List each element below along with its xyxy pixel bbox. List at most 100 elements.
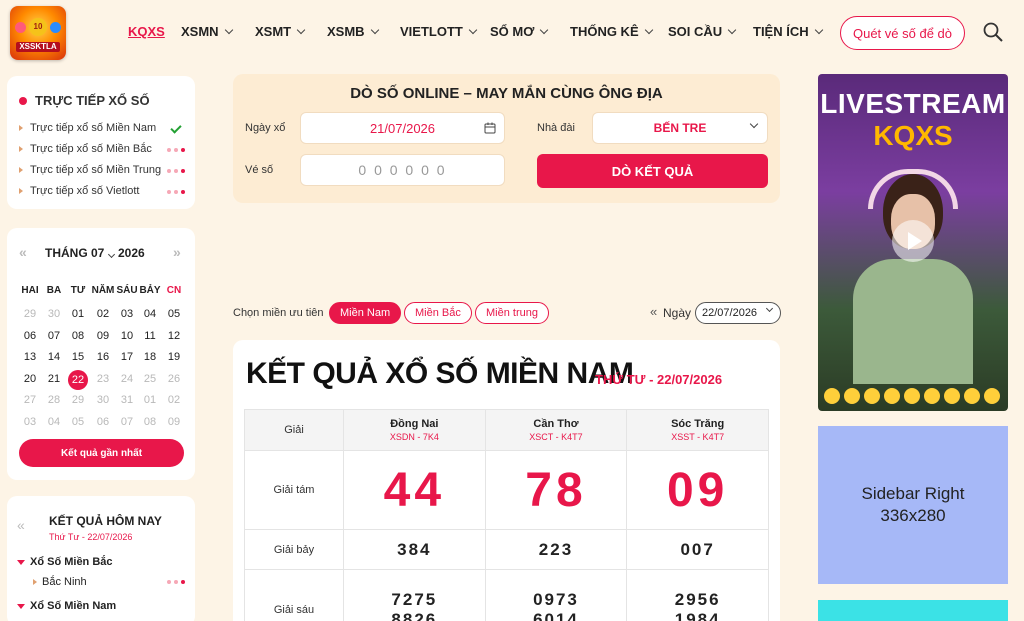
sidebar-ad[interactable]: Sidebar Right 336x280 [818,426,1008,584]
province-header[interactable]: Cần Thơ XSCT - K4T7 [484,409,628,451]
calendar-day[interactable]: 01 [139,394,161,406]
calendar-day[interactable]: 05 [67,416,89,428]
calendar-day[interactable]: 03 [116,308,138,320]
calendar-day[interactable]: 30 [92,394,114,406]
calendar-day[interactable]: 25 [139,373,161,385]
chevron-down-icon [224,25,233,34]
group-mien-nam[interactable]: Xổ Số Miền Nam [17,600,116,612]
nav-item-xsmt[interactable]: XSMT [255,24,306,39]
calendar-day[interactable]: 31 [116,394,138,406]
calendar-day[interactable]: 01 [67,308,89,320]
results-card: KẾT QUẢ XỔ SỐ MIỀN NAM THỨ TƯ - 22/07/20… [233,340,780,621]
province-header[interactable]: Sóc Trăng XSST - K4T7 [626,409,769,451]
nav-label: VIETLOTT [400,24,463,39]
calendar-icon[interactable] [484,122,496,134]
live-draw-link[interactable]: Trực tiếp xổ số Miền Bắc [19,143,152,155]
calendar-prev-icon[interactable]: « [19,244,27,260]
livestream-title: LIVESTREAM [820,88,1006,119]
calendar-day[interactable]: 22 [68,369,88,390]
nav-item-kqxs[interactable]: KQXS [128,24,165,39]
region-chip-mien-trung[interactable]: Miền trung [475,302,549,324]
live-draw-label: Trực tiếp xổ số Miền Bắc [30,143,152,155]
calendar-day[interactable]: 29 [67,394,89,406]
live-draw-link[interactable]: Trực tiếp xổ số Miền Trung [19,164,161,176]
calendar-day[interactable]: 08 [139,416,161,428]
nav-item-xsmb[interactable]: XSMB [327,24,379,39]
station-select[interactable]: BẾN TRE [592,112,768,144]
ticket-number-input[interactable]: 0 0 0 0 0 0 [300,154,505,186]
nav-item-tiện-ích[interactable]: TIỆN ÍCH [753,24,823,39]
prize-number: 1984 [674,609,721,621]
live-indicator-icon [167,148,185,152]
site-logo[interactable]: 10 XSSKTLA [10,6,66,60]
calendar-day[interactable]: 17 [116,351,138,363]
calendar-day[interactable]: 24 [116,373,138,385]
calendar-day[interactable]: 08 [67,330,89,342]
province-header[interactable]: Đồng Nai XSDN - 7K4 [343,409,486,451]
calendar-day[interactable]: 27 [19,394,41,406]
region-chip-mien-nam[interactable]: Miền Nam [329,302,402,324]
calendar-day[interactable]: 29 [19,308,41,320]
calendar-day[interactable]: 23 [92,373,114,385]
calendar-day[interactable]: 06 [92,416,114,428]
calendar-day[interactable]: 04 [43,416,65,428]
calendar-day[interactable]: 09 [163,416,185,428]
province-link[interactable]: Bắc Ninh [33,576,87,588]
date-input[interactable]: 21/07/2026 [300,112,505,144]
nav-item-sổ-mơ[interactable]: SỔ MƠ [490,24,549,39]
nav-label: SOI CẦU [668,24,723,39]
live-draw-link[interactable]: Trực tiếp xổ số Vietlott [19,185,139,197]
calendar-day[interactable]: 11 [139,330,161,342]
calendar-day[interactable]: 04 [139,308,161,320]
check-result-button[interactable]: DÒ KẾT QUẢ [537,154,768,188]
sidebar-ad-2[interactable] [818,600,1008,621]
calendar-day[interactable]: 30 [43,308,65,320]
weekday-label: BẢY [139,285,161,296]
search-icon[interactable] [983,22,1003,42]
group-miennam-bac[interactable]: Xổ Số Miền Bắc [17,556,113,568]
calendar-day[interactable]: 02 [92,308,114,320]
weekday-label: SÁU [116,285,138,296]
calendar-day[interactable]: 21 [43,373,65,385]
nav-item-soi-cầu[interactable]: SOI CẦU [668,24,737,39]
play-icon[interactable] [892,220,934,262]
ticket-placeholder: 0 0 0 0 0 0 [358,162,447,178]
latest-results-button[interactable]: Kết quả gần nhất [19,439,184,467]
scan-ticket-button[interactable]: Quét vé số để dò [840,16,965,50]
calendar-day[interactable]: 02 [163,394,185,406]
table-row: Giải sáu 7275 8826 0973 6014 2956 1984 [244,569,769,621]
calendar-day[interactable]: 18 [139,351,161,363]
calendar-day[interactable]: 26 [163,373,185,385]
calendar-day[interactable]: 12 [163,330,185,342]
calendar-day[interactable]: 16 [92,351,114,363]
date-prev-icon[interactable]: « [650,304,657,319]
calendar-next-icon[interactable]: » [173,244,181,260]
today-prev-icon[interactable]: « [17,517,25,533]
calendar-day[interactable]: 09 [92,330,114,342]
calendar-day[interactable]: 07 [116,416,138,428]
calendar-year[interactable]: 2026 [118,246,145,260]
calendar-day[interactable]: 05 [163,308,185,320]
calendar-day[interactable]: 20 [19,373,41,385]
ticket-check-form: DÒ SỐ ONLINE – MAY MẮN CÙNG ÔNG ĐỊA Ngày… [233,74,780,203]
live-draw-link[interactable]: Trực tiếp xổ số Miền Nam [19,122,156,134]
calendar-day[interactable]: 15 [67,351,89,363]
nav-item-xsmn[interactable]: XSMN [181,24,233,39]
calendar-day[interactable]: 19 [163,351,185,363]
result-date-select[interactable]: 22/07/2026 [695,302,781,324]
calendar-day[interactable]: 13 [19,351,41,363]
nav-item-vietlott[interactable]: VIETLOTT [400,24,478,39]
live-draw-label: Trực tiếp xổ số Vietlott [30,185,140,197]
calendar-day[interactable]: 03 [19,416,41,428]
calendar-month-select[interactable]: THÁNG 07 [45,246,115,260]
calendar-day[interactable]: 28 [43,394,65,406]
calendar-day[interactable]: 07 [43,330,65,342]
calendar-day[interactable]: 10 [116,330,138,342]
nav-item-thống-kê[interactable]: THỐNG KÊ [570,24,653,39]
region-chip-mien-bac[interactable]: Miền Bắc [404,302,472,324]
calendar-day[interactable]: 06 [19,330,41,342]
prize-label: Giải tám [244,450,344,530]
calendar-day[interactable]: 14 [43,351,65,363]
livestream-banner[interactable]: LIVESTREAM KQXS [818,74,1008,411]
calendar-card: « THÁNG 07 2026 » Kết quả gần nhất HAI BA… [7,228,195,480]
